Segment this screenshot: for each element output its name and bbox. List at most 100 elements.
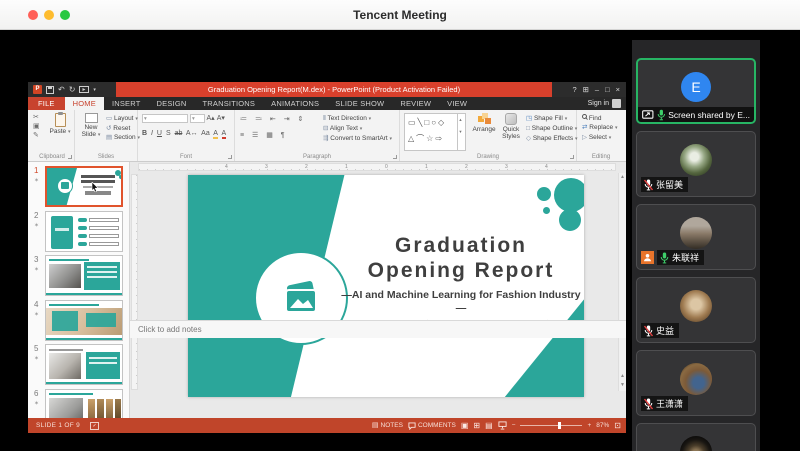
participant-tile-4[interactable]: 史益	[636, 277, 756, 343]
font-color-icon[interactable]: A	[222, 130, 227, 139]
tab-animations[interactable]: ANIMATIONS	[263, 97, 327, 110]
slide-sorter-view-button[interactable]: ⊞	[473, 422, 480, 430]
highlight-color-icon[interactable]: A	[213, 130, 218, 139]
animation-star-icon: ✶	[34, 177, 39, 184]
slide-thumbnail-3[interactable]: 3✶	[28, 255, 130, 299]
normal-view-button[interactable]: ▣	[461, 422, 469, 430]
slideshow-icon[interactable]	[79, 86, 89, 94]
strikethrough-button[interactable]: ab	[175, 130, 183, 137]
drawing-dialog-launcher[interactable]	[570, 155, 574, 159]
char-spacing-icon[interactable]: A↔	[186, 130, 198, 137]
undo-icon[interactable]: ↶	[58, 86, 65, 94]
shape-outline-button[interactable]: □ Shape Outline ▾	[526, 124, 578, 134]
meeting-window-title: Tencent Meeting	[0, 0, 800, 30]
tab-slide-show[interactable]: SLIDE SHOW	[327, 97, 392, 110]
slide-thumbnail-1[interactable]: 1✶	[28, 166, 130, 210]
bold-button[interactable]: B	[142, 130, 147, 137]
minimize-icon[interactable]: –	[595, 86, 599, 94]
copy-icon[interactable]: ▣	[33, 123, 40, 130]
align-text-button[interactable]: ⊟ Align Text ▾	[323, 124, 392, 134]
tab-home[interactable]: HOME	[65, 97, 104, 110]
tab-view[interactable]: VIEW	[439, 97, 475, 110]
slideshow-view-button[interactable]	[498, 421, 507, 430]
notes-toggle[interactable]: ▤NOTES	[372, 422, 403, 430]
redo-icon[interactable]: ↻	[69, 86, 76, 94]
shape-fill-button[interactable]: ◳ Shape Fill ▾	[526, 114, 578, 124]
cut-icon[interactable]: ✂	[33, 114, 40, 121]
reading-view-button[interactable]: ▤	[485, 422, 493, 430]
section-button[interactable]: ▤ Section ▾	[106, 133, 140, 143]
reset-button[interactable]: ↺ Reset	[106, 124, 140, 133]
change-case-icon[interactable]: Aa	[201, 130, 210, 137]
sign-in-button[interactable]: Sign in	[588, 97, 626, 110]
slide-thumbnail-2[interactable]: 2✶	[28, 211, 130, 255]
powerpoint-logo-icon[interactable]: P	[33, 85, 42, 94]
shadow-button[interactable]: S	[166, 130, 171, 137]
shapes-gallery[interactable]: ▭╲□○◇△⌒☆⇨ ▲▼	[404, 113, 466, 151]
underline-button[interactable]: U	[157, 130, 162, 137]
new-slide-button[interactable]: New Slide ▾	[77, 113, 105, 138]
participant-tile-6[interactable]	[636, 423, 756, 451]
slide-thumbnail-4[interactable]: 4✶	[28, 300, 130, 344]
font-dialog-launcher[interactable]	[228, 155, 232, 159]
quick-styles-button[interactable]: Quick Styles	[498, 113, 524, 140]
font-size-select[interactable]: ▾	[190, 114, 205, 123]
slide-thumbnail-5[interactable]: 5✶	[28, 344, 130, 388]
ruler-number: 1	[425, 164, 428, 170]
tab-file[interactable]: FILE	[28, 97, 65, 110]
tab-review[interactable]: REVIEW	[392, 97, 439, 110]
grow-font-icon[interactable]: A▴	[207, 115, 215, 122]
find-button[interactable]: Find	[582, 114, 617, 123]
font-name-select[interactable]: ▾	[142, 114, 188, 123]
qat-dropdown-icon[interactable]: ▾	[93, 86, 96, 94]
slide-canvas[interactable]: Graduation Opening Report —AI and Machin…	[188, 175, 584, 397]
text-direction-button[interactable]: ⫴ Text Direction ▾	[323, 114, 392, 124]
comments-toggle[interactable]: COMMENTS	[408, 422, 456, 430]
ribbon-display-icon[interactable]: ⊞	[583, 86, 589, 94]
paragraph-dialog-launcher[interactable]	[393, 155, 397, 159]
fit-to-window-icon[interactable]: ⊡	[614, 422, 621, 430]
tab-transitions[interactable]: TRANSITIONS	[195, 97, 264, 110]
arrange-button[interactable]: Arrange	[470, 113, 498, 133]
italic-button[interactable]: I	[151, 130, 153, 137]
participant-tile-2[interactable]: 张留美	[636, 131, 756, 197]
shape-effects-button[interactable]: ◇ Shape Effects ▾	[526, 134, 578, 144]
close-icon[interactable]: ×	[616, 86, 620, 94]
participant-tile-3[interactable]: 朱联祥	[636, 204, 756, 270]
format-painter-icon[interactable]: ✎	[33, 132, 40, 139]
paragraph-buttons-row2[interactable]: ≡ ☰ ▦ ¶	[240, 131, 288, 139]
restore-icon[interactable]: □	[605, 86, 610, 94]
thumbnail-preview	[45, 255, 123, 296]
replace-button[interactable]: ⇄ Replace ▾	[582, 123, 617, 133]
editor-scrollbar[interactable]: ▲▲▼	[618, 173, 626, 391]
help-icon[interactable]: ?	[572, 86, 576, 94]
paste-button[interactable]: Paste ▾	[48, 113, 72, 135]
zoom-slider-thumb[interactable]	[558, 422, 561, 429]
paste-icon	[55, 113, 66, 127]
notes-pane[interactable]: Click to add notes	[130, 320, 626, 338]
paragraph-buttons-row1[interactable]: ≔ ≕ ⇤ ⇥ ⇕	[240, 115, 306, 123]
window-controls: ? ⊞ – □ ×	[552, 82, 626, 97]
zoom-slider[interactable]	[520, 425, 582, 426]
participant-avatar-photo	[680, 144, 712, 176]
find-icon	[582, 114, 587, 119]
font-group: ▾ ▾ A▴A▾ B I U S ab A↔ Aa A A Font	[138, 110, 235, 161]
select-button[interactable]: ▷ Select ▾	[582, 133, 617, 143]
tab-insert[interactable]: INSERT	[104, 97, 149, 110]
participant-tile-1[interactable]: E Screen shared by E...	[636, 58, 756, 124]
quick-styles-icon	[505, 113, 517, 125]
slide-thumbnail-6[interactable]: 6✶	[28, 389, 130, 419]
zoom-out-button[interactable]: −	[512, 422, 516, 429]
clipboard-dialog-launcher[interactable]	[68, 155, 72, 159]
shrink-font-icon[interactable]: A▾	[217, 115, 225, 122]
convert-smartart-button[interactable]: ⇶ Convert to SmartArt ▾	[323, 134, 392, 144]
save-icon[interactable]	[46, 86, 54, 94]
proofing-icon[interactable]: ✓	[90, 422, 99, 430]
participant-tile-5[interactable]: 王潇潇	[636, 350, 756, 416]
zoom-in-button[interactable]: +	[587, 422, 591, 429]
shapes-gallery-scrollbar[interactable]: ▲▼	[457, 114, 465, 150]
tab-design[interactable]: DESIGN	[149, 97, 195, 110]
layout-button[interactable]: ▭ Layout ▾	[106, 114, 140, 124]
convert-smartart-label: Convert to SmartArt	[330, 135, 387, 142]
drawing-group: ▭╲□○◇△⌒☆⇨ ▲▼ Arrange Quick Styles ◳ Shap…	[400, 110, 577, 161]
